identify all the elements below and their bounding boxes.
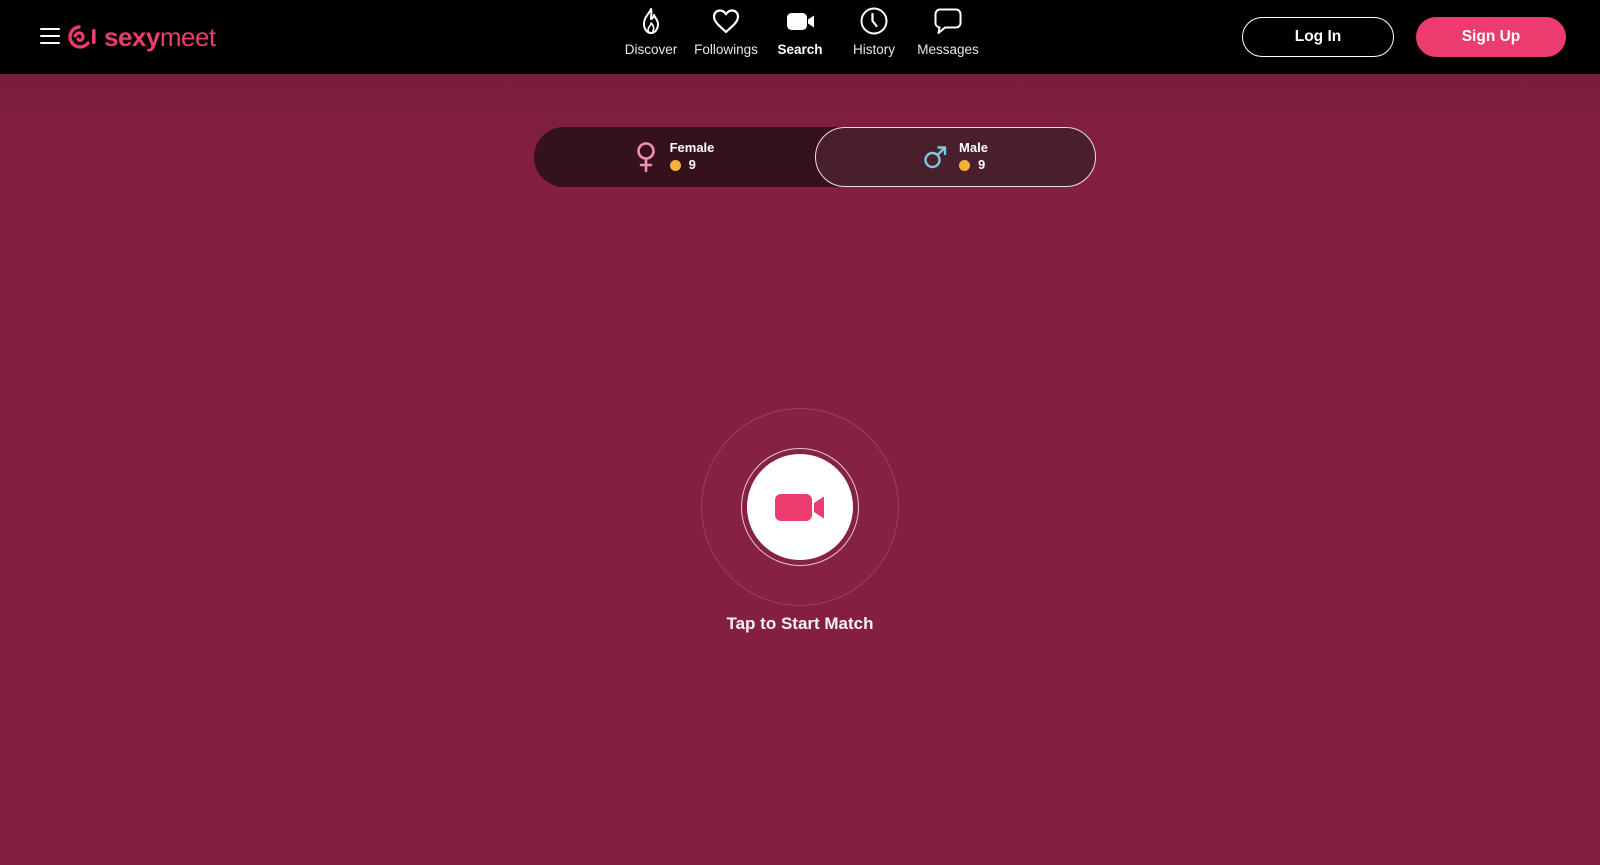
nav-followings[interactable]: Followings xyxy=(688,6,764,66)
heart-icon xyxy=(712,9,740,34)
gender-female-label: Female xyxy=(669,140,715,155)
gender-option-male[interactable]: Male 9 xyxy=(815,127,1096,187)
nav-label-search: Search xyxy=(777,42,823,57)
brand-name-regular: meet xyxy=(159,22,216,52)
gender-female-cost: 9 xyxy=(669,156,715,174)
flame-icon xyxy=(643,8,659,34)
login-button[interactable]: Log In xyxy=(1242,17,1394,57)
video-camera-icon xyxy=(787,13,814,30)
nav-label-messages: Messages xyxy=(917,42,979,57)
coin-icon xyxy=(959,159,971,171)
signup-button[interactable]: Sign Up xyxy=(1416,17,1566,57)
nav-search[interactable]: Search xyxy=(762,6,838,66)
female-symbol-icon xyxy=(636,142,655,173)
clock-icon xyxy=(860,7,888,35)
gender-male-cost-value: 9 xyxy=(978,157,986,172)
gender-male-text: Male 9 xyxy=(959,140,988,174)
gender-option-female[interactable]: Female 9 xyxy=(534,127,814,187)
nav-messages[interactable]: Messages xyxy=(910,6,986,66)
gender-male-label: Male xyxy=(959,140,988,155)
nav-label-followings: Followings xyxy=(694,42,758,57)
chat-bubble-icon xyxy=(934,8,962,34)
video-camera-icon xyxy=(775,494,824,521)
gender-female-cost-value: 9 xyxy=(688,157,696,172)
nav-history[interactable]: History xyxy=(836,6,912,66)
nav-discover[interactable]: Discover xyxy=(613,6,689,66)
gender-female-text: Female 9 xyxy=(669,140,715,174)
brand-name-bold: sexy xyxy=(104,22,160,52)
nav-label-history: History xyxy=(852,42,895,57)
logo-mark-icon xyxy=(68,25,96,49)
gender-selector: Female 9 Male 9 xyxy=(534,127,1096,187)
brand-name: sexymeet xyxy=(104,24,216,50)
gender-male-cost: 9 xyxy=(959,156,988,174)
nav-label-discover: Discover xyxy=(624,42,678,57)
start-match-label: Tap to Start Match xyxy=(726,614,874,633)
start-match-button[interactable] xyxy=(747,454,853,560)
page: sexymeet Discover Followings Search Hist… xyxy=(0,0,1600,865)
top-bar: sexymeet Discover Followings Search Hist… xyxy=(0,0,1600,74)
brand-logo[interactable]: sexymeet xyxy=(66,21,216,53)
coin-icon xyxy=(669,159,681,171)
menu-icon[interactable] xyxy=(40,28,60,45)
male-symbol-icon xyxy=(924,146,947,169)
